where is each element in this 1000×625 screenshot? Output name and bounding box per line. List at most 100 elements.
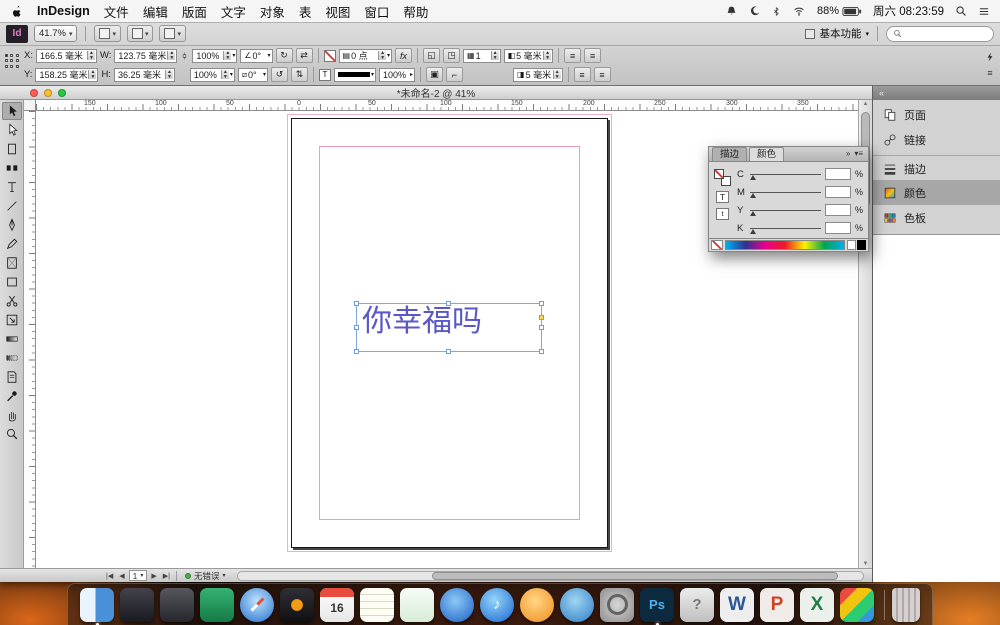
bluetooth-icon[interactable] bbox=[772, 5, 781, 18]
dock-app-utility[interactable] bbox=[160, 588, 194, 622]
menu-table[interactable]: 表 bbox=[299, 2, 312, 21]
document-titlebar[interactable]: *未命名-2 @ 41% bbox=[0, 86, 872, 100]
channel-value-field[interactable] bbox=[825, 204, 851, 216]
fit-proportional-button[interactable]: ▣ bbox=[426, 67, 443, 82]
horizontal-ruler[interactable]: 15010050050100150200250300350 bbox=[36, 100, 858, 111]
align-center-button[interactable]: ≡ bbox=[584, 48, 601, 63]
frame-handle-top-left[interactable] bbox=[354, 301, 359, 306]
zoom-tool[interactable] bbox=[2, 425, 22, 443]
zoom-level-combo[interactable]: 41.7%▾ bbox=[34, 25, 77, 42]
rotation-field[interactable]: ∠0°▾ bbox=[240, 49, 272, 63]
frame-handle-middle-right[interactable] bbox=[539, 325, 544, 330]
dock-app-excel[interactable]: X bbox=[800, 588, 834, 622]
view-options-widget[interactable]: ▾ bbox=[94, 25, 121, 42]
next-page-button[interactable]: ▶ bbox=[149, 572, 158, 580]
wifi-icon[interactable] bbox=[792, 5, 806, 17]
eyedropper-tool[interactable] bbox=[2, 387, 22, 405]
type-tool[interactable] bbox=[2, 178, 22, 196]
last-page-button[interactable]: ▶| bbox=[161, 572, 172, 580]
dock-app-powerpoint[interactable]: P bbox=[760, 588, 794, 622]
tab-color[interactable]: 颜色 bbox=[749, 147, 784, 161]
pen-tool[interactable] bbox=[2, 216, 22, 234]
wrap-offset-bottom-field[interactable]: ◨5 毫米▲▼ bbox=[513, 68, 563, 82]
shear-field[interactable]: ⧄0°▾ bbox=[238, 68, 268, 82]
frame-handle-top-right[interactable] bbox=[539, 301, 544, 306]
notification-bell-icon[interactable] bbox=[725, 5, 738, 18]
panel-dock-header[interactable]: « bbox=[873, 86, 1000, 100]
menu-window[interactable]: 窗口 bbox=[364, 2, 389, 21]
fill-stroke-proxy[interactable] bbox=[714, 169, 731, 186]
minimize-window-button[interactable] bbox=[44, 89, 52, 97]
channel-slider[interactable] bbox=[750, 192, 821, 193]
dock-app-appstore[interactable] bbox=[560, 588, 594, 622]
battery-indicator[interactable]: 88% bbox=[817, 5, 862, 17]
apple-menu-icon[interactable] bbox=[10, 4, 23, 19]
corner-options-widget[interactable] bbox=[539, 315, 544, 320]
tab-stroke[interactable]: 描边 bbox=[712, 147, 747, 161]
zoom-window-button[interactable] bbox=[58, 89, 66, 97]
channel-value-field[interactable] bbox=[825, 168, 851, 180]
effects-fx-button[interactable]: fx bbox=[395, 48, 412, 63]
dock-app-finder[interactable] bbox=[80, 588, 114, 622]
fill-proxy-swatch[interactable] bbox=[324, 50, 336, 62]
frame-handle-middle-left[interactable] bbox=[354, 325, 359, 330]
scale-y-field[interactable]: 100%▲▼▾ bbox=[190, 68, 235, 82]
selection-tool[interactable] bbox=[2, 102, 22, 120]
white-swatch[interactable] bbox=[847, 240, 856, 250]
menu-edit[interactable]: 编辑 bbox=[143, 2, 168, 21]
fit-content-button[interactable]: ◱ bbox=[423, 48, 440, 63]
distribute-button[interactable]: ≡ bbox=[594, 67, 611, 82]
spectrum-ramp[interactable] bbox=[725, 240, 845, 250]
frame-handle-bottom-left[interactable] bbox=[354, 349, 359, 354]
rectangle-tool[interactable] bbox=[2, 273, 22, 291]
color-panel-header[interactable]: 描边颜色 bbox=[708, 146, 869, 162]
w-field[interactable]: 123.75 毫米▲▼ bbox=[114, 49, 177, 63]
screen-mode-widget[interactable]: ▾ bbox=[127, 25, 154, 42]
frame-handle-bottom-right[interactable] bbox=[539, 349, 544, 354]
dock-app-unknown[interactable]: ? bbox=[680, 588, 714, 622]
frame-tool[interactable] bbox=[2, 254, 22, 272]
panel-pages[interactable]: 页面 bbox=[873, 102, 1000, 127]
black-swatch[interactable] bbox=[857, 240, 866, 250]
rotate-ccw-button[interactable]: ↺ bbox=[271, 67, 288, 82]
menu-indesign[interactable]: InDesign bbox=[37, 4, 90, 18]
stroke-proxy-swatch[interactable]: T bbox=[319, 69, 331, 81]
page[interactable]: 你幸福吗 bbox=[291, 118, 608, 548]
free-transform-tool[interactable] bbox=[2, 311, 22, 329]
note-tool[interactable] bbox=[2, 368, 22, 386]
line-tool[interactable] bbox=[2, 197, 22, 215]
notification-center-icon[interactable] bbox=[978, 6, 990, 17]
spotlight-search-icon[interactable] bbox=[955, 5, 967, 17]
expand-panels-icon[interactable]: « bbox=[879, 88, 884, 98]
dock-app-tasks[interactable] bbox=[400, 588, 434, 622]
fit-frame-button[interactable]: ◳ bbox=[443, 48, 460, 63]
pencil-tool[interactable] bbox=[2, 235, 22, 253]
direct-selection-tool[interactable] bbox=[2, 121, 22, 139]
columns-field[interactable]: ▦1▲▼ bbox=[463, 49, 501, 63]
flip-horizontal-button[interactable]: ⇄ bbox=[296, 48, 313, 63]
do-not-disturb-moon-icon[interactable] bbox=[749, 5, 761, 17]
gradient-tool[interactable] bbox=[2, 330, 22, 348]
rotate-cw-button[interactable]: ↻ bbox=[276, 48, 293, 63]
x-field[interactable]: 166.5 毫米▲▼ bbox=[36, 49, 97, 63]
panel-color[interactable]: 颜色 bbox=[873, 180, 1000, 205]
stroke-style-combo[interactable]: ▾ bbox=[334, 68, 376, 82]
channel-slider[interactable] bbox=[750, 210, 821, 211]
frame-text[interactable]: 你幸福吗 bbox=[357, 304, 541, 338]
dock-app-orange[interactable] bbox=[520, 588, 554, 622]
menu-type[interactable]: 文字 bbox=[221, 2, 246, 21]
dock-app-itunes[interactable]: ♪ bbox=[480, 588, 514, 622]
dock-app-notes[interactable] bbox=[360, 588, 394, 622]
collapse-panel-icon[interactable]: » bbox=[846, 149, 850, 158]
panel-links[interactable]: 链接 bbox=[873, 127, 1000, 152]
ruler-origin-corner[interactable] bbox=[24, 100, 36, 111]
dock-app-photoshop[interactable]: Ps bbox=[640, 588, 674, 622]
y-field[interactable]: 158.25 毫米▲▼ bbox=[35, 68, 98, 82]
workspace-switcher[interactable]: 基本功能 ▾ bbox=[805, 26, 869, 41]
page-tool[interactable] bbox=[2, 140, 22, 158]
arrange-documents-widget[interactable]: ▾ bbox=[159, 25, 186, 42]
channel-slider[interactable] bbox=[750, 228, 821, 229]
horizontal-scroll-th umb[interactable] bbox=[432, 572, 838, 580]
search-box[interactable] bbox=[886, 26, 994, 42]
dock-app-media[interactable] bbox=[280, 588, 314, 622]
